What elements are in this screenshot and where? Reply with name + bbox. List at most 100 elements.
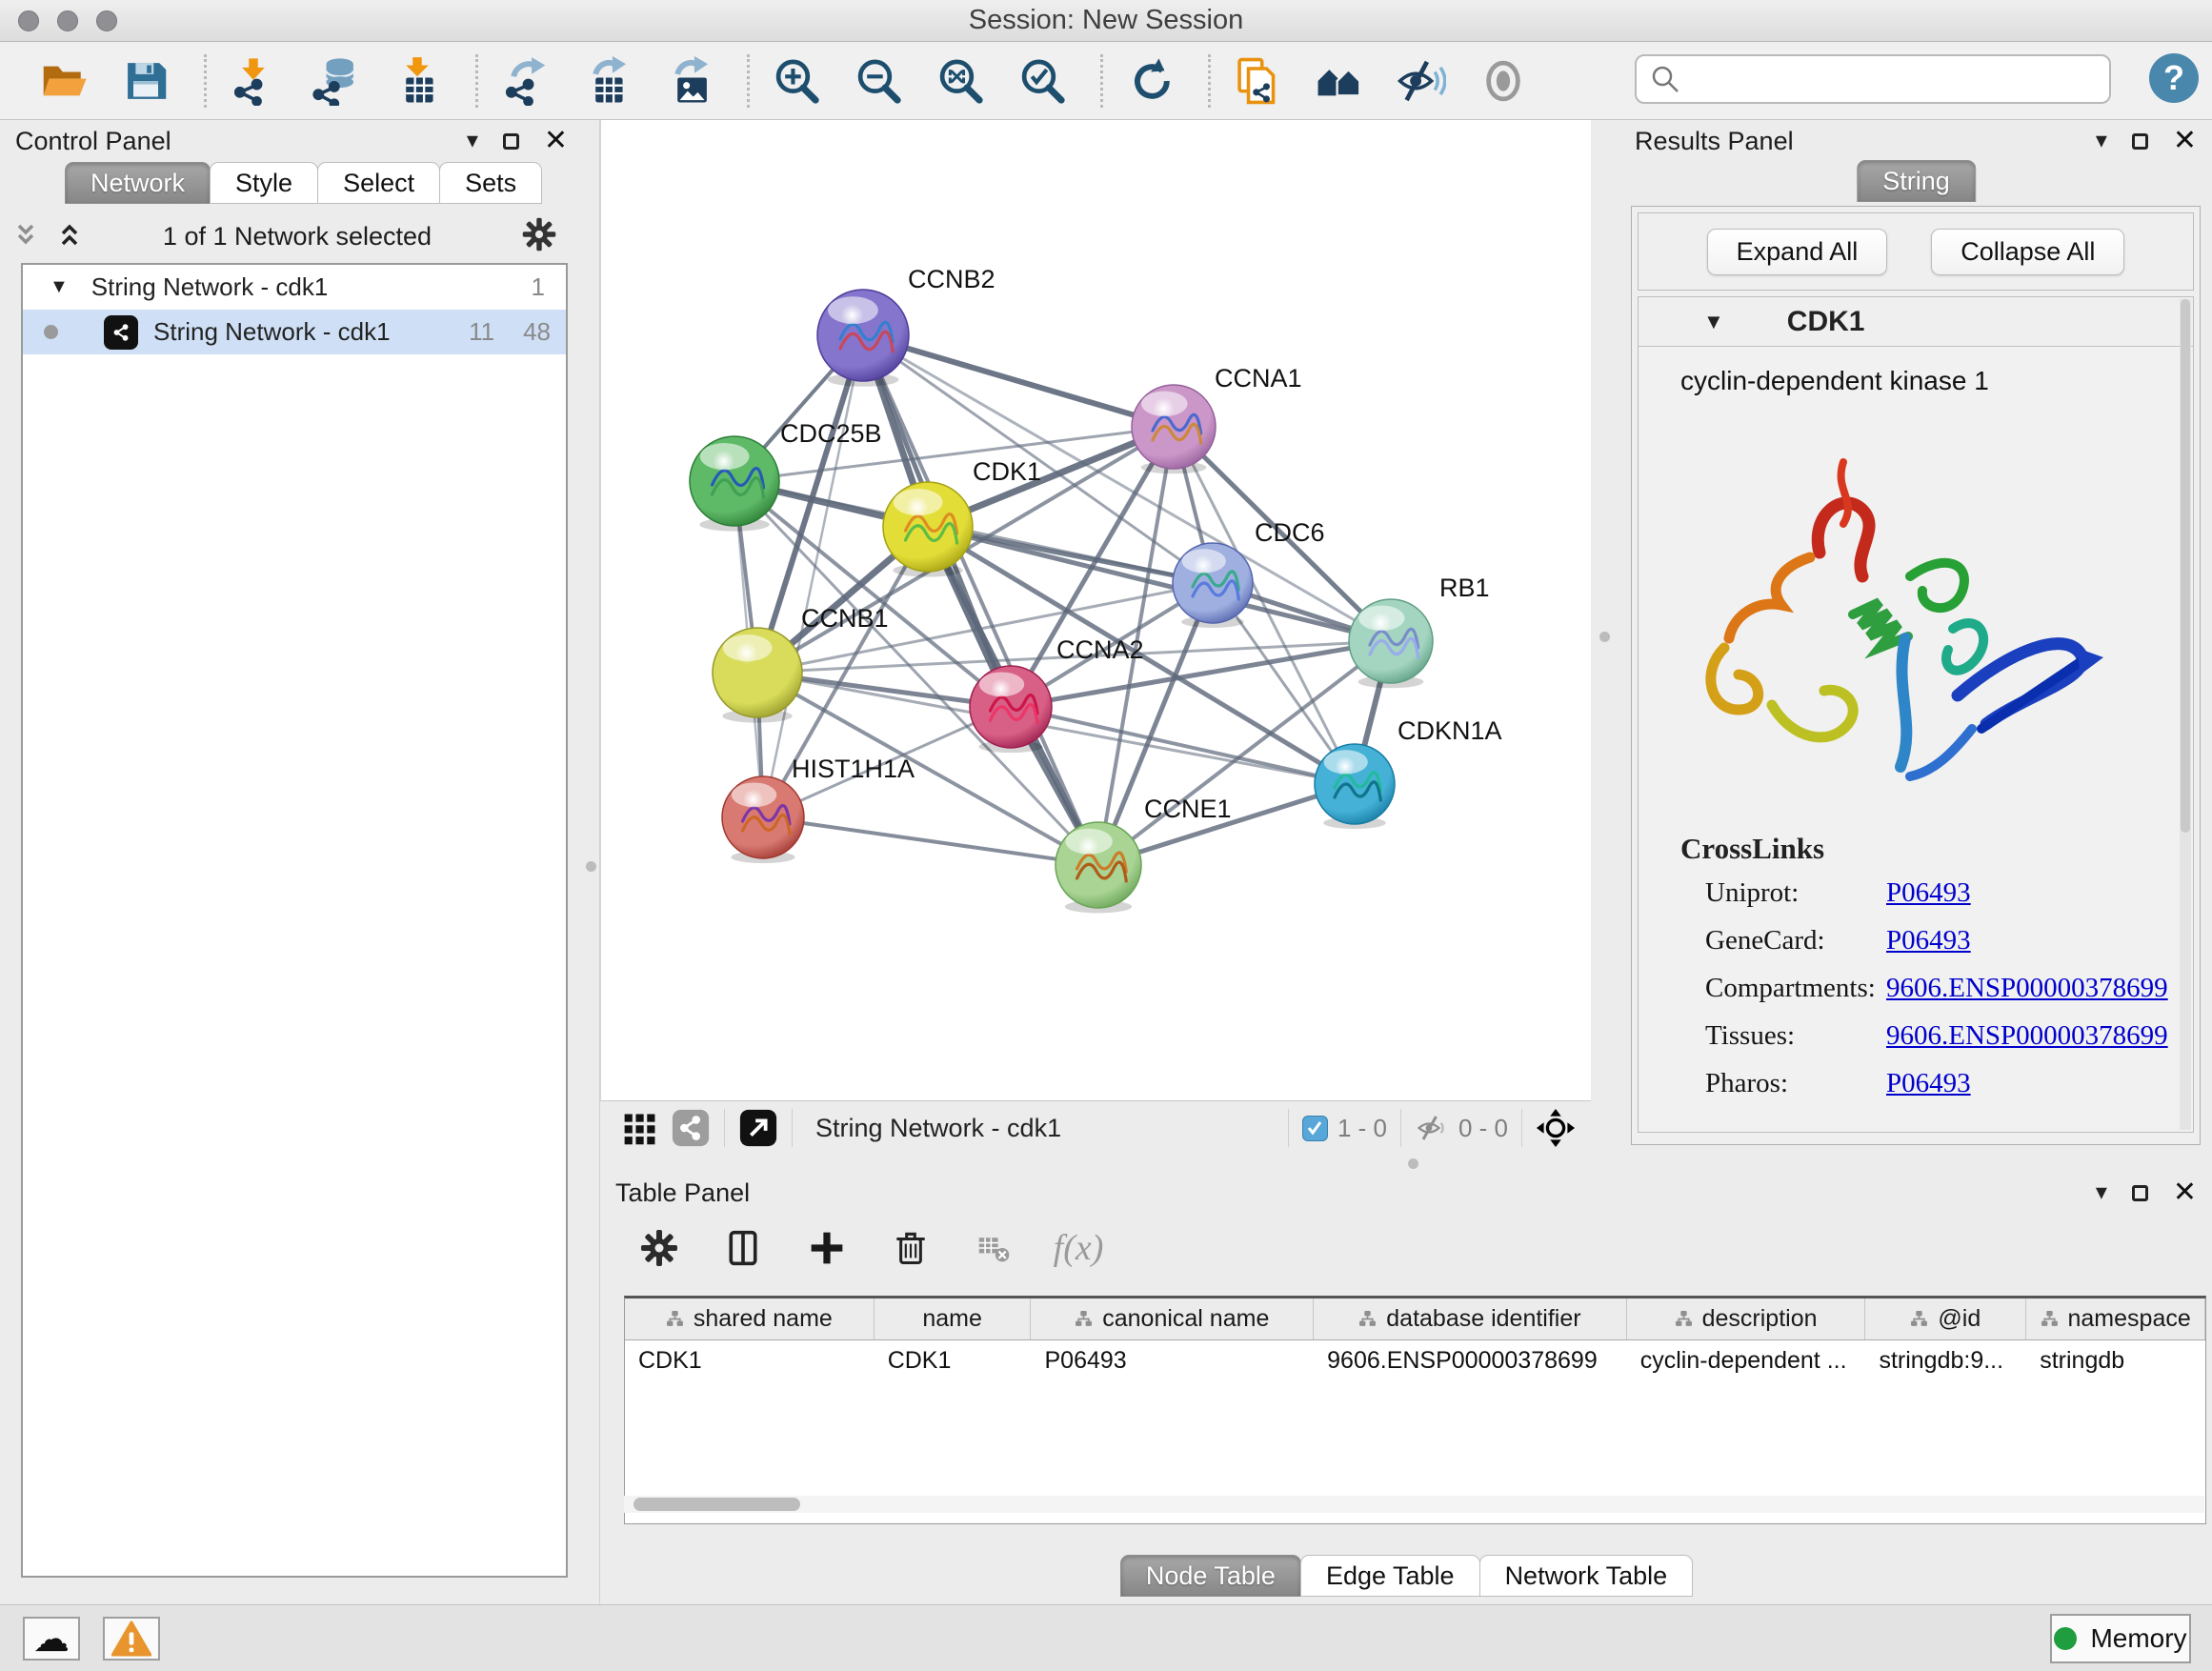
scrollbar-thumb[interactable] <box>2181 299 2190 833</box>
export-network-button[interactable] <box>497 53 553 109</box>
column-header-namespace[interactable]: namespace <box>2026 1299 2205 1339</box>
float-panel-icon[interactable] <box>2132 133 2148 150</box>
save-session-button[interactable] <box>118 53 173 109</box>
zoom-selected-button[interactable] <box>1015 53 1070 109</box>
expand-all-button[interactable]: Expand All <box>1707 229 1888 275</box>
section-caret-icon[interactable]: ▼ <box>1703 310 1724 334</box>
apply-layout-button[interactable] <box>1122 53 1177 109</box>
collapse-all-icon[interactable] <box>13 222 44 251</box>
tab-network-table[interactable]: Network Table <box>1479 1555 1694 1597</box>
cell-description[interactable]: cyclin-dependent ... <box>1627 1340 1866 1380</box>
scrollbar-thumb[interactable] <box>633 1498 800 1511</box>
tab-style[interactable]: Style <box>210 162 318 204</box>
crosslink-uniprot[interactable]: P06493 <box>1886 877 1971 909</box>
column-header-id[interactable]: @id <box>1865 1299 2026 1339</box>
network-collection-row[interactable]: ▼ String Network - cdk1 1 <box>23 265 566 310</box>
cloud-status-button[interactable]: ☁ <box>23 1617 80 1661</box>
open-session-button[interactable] <box>36 53 91 109</box>
export-image-button[interactable] <box>661 53 716 109</box>
tab-node-table[interactable]: Node Table <box>1120 1555 1301 1597</box>
grid-view-icon[interactable] <box>621 1109 659 1147</box>
cell-name[interactable]: CDK1 <box>875 1340 1032 1380</box>
column-header-shared-name[interactable]: shared name <box>625 1299 875 1339</box>
column-header-database-identifier[interactable]: database identifier <box>1314 1299 1627 1339</box>
node-RB1[interactable]: RB1 <box>1349 574 1490 688</box>
close-panel-icon[interactable]: ✕ <box>2173 127 2197 155</box>
node-CDKN1A[interactable]: CDKN1A <box>1315 716 1502 829</box>
node-CCNE1[interactable]: CCNE1 <box>1056 795 1232 913</box>
network-graph[interactable]: CCNB2CCNA1CDC25BCDK1CDC6RB1CCNB1CCNA2CDK… <box>601 120 1592 1100</box>
import-table-button[interactable] <box>390 53 445 109</box>
cell-database-identifier[interactable]: 9606.ENSP00000378699 <box>1314 1340 1627 1380</box>
splitter-handle[interactable] <box>586 861 596 872</box>
edge-CCNA2-CDKN1A[interactable] <box>1011 707 1355 784</box>
zoom-fit-button[interactable] <box>933 53 988 109</box>
show-all-button[interactable] <box>1476 53 1531 109</box>
network-row-selected[interactable]: String Network - cdk1 11 48 <box>23 310 566 354</box>
float-panel-icon[interactable] <box>503 133 519 150</box>
search-input[interactable] <box>1690 60 2109 98</box>
node-CCNA1[interactable]: CCNA1 <box>1132 364 1302 473</box>
splitter-handle[interactable] <box>1599 632 1610 642</box>
expand-all-icon[interactable] <box>57 222 88 251</box>
panel-menu-caret-icon[interactable]: ▾ <box>467 130 478 152</box>
float-panel-icon[interactable] <box>2132 1185 2148 1201</box>
network-canvas[interactable]: CCNB2CCNA1CDC25BCDK1CDC6RB1CCNB1CCNA2CDK… <box>600 120 1591 1100</box>
network-options-button[interactable] <box>507 215 558 258</box>
export-table-button[interactable] <box>579 53 634 109</box>
close-panel-icon[interactable]: ✕ <box>544 127 568 155</box>
table-row[interactable]: CDK1CDK1P064939606.ENSP00000378699cyclin… <box>625 1340 2205 1380</box>
splitter-handle[interactable] <box>1408 1158 1418 1169</box>
cell-namespace[interactable]: stringdb <box>2026 1340 2205 1380</box>
left-splitter[interactable] <box>583 120 600 1604</box>
cell-id[interactable]: stringdb:9... <box>1865 1340 2026 1380</box>
crosslink-tissues[interactable]: 9606.ENSP00000378699 <box>1886 1020 2168 1052</box>
memory-button[interactable]: Memory <box>2050 1614 2191 1663</box>
cell-shared-name[interactable]: CDK1 <box>625 1340 875 1380</box>
import-network-from-database-button[interactable] <box>308 53 363 109</box>
first-neighbors-button[interactable] <box>1312 53 1367 109</box>
hide-selected-button[interactable] <box>1394 53 1449 109</box>
table-options-button[interactable] <box>634 1223 684 1273</box>
help-button[interactable]: ? <box>2149 53 2199 103</box>
column-header-description[interactable]: description <box>1627 1299 1866 1339</box>
delete-column-button[interactable] <box>886 1223 935 1273</box>
edge-CCNB2-CCNE1[interactable] <box>863 335 1098 865</box>
crosslink-pharos[interactable]: P06493 <box>1886 1068 1971 1099</box>
crosslink-compartments[interactable]: 9606.ENSP00000378699 <box>1886 973 2168 1004</box>
birds-eye-crosshair-icon[interactable] <box>1536 1108 1576 1148</box>
selected-checkbox[interactable] <box>1302 1116 1328 1141</box>
copy-network-button[interactable] <box>1230 53 1285 109</box>
table-horizontal-scrollbar[interactable] <box>624 1496 2204 1513</box>
add-column-button[interactable] <box>802 1223 852 1273</box>
detach-view-icon[interactable] <box>738 1108 778 1148</box>
node-HIST1H1A[interactable]: HIST1H1A <box>722 755 915 863</box>
tab-network[interactable]: Network <box>65 162 211 204</box>
tab-sets[interactable]: Sets <box>439 162 542 204</box>
node-CCNA2[interactable]: CCNA2 <box>970 635 1144 753</box>
column-header-canonical-name[interactable]: canonical name <box>1031 1299 1314 1339</box>
show-columns-button[interactable] <box>718 1223 768 1273</box>
tab-edge-table[interactable]: Edge Table <box>1300 1555 1480 1597</box>
collapse-all-button[interactable]: Collapse All <box>1931 229 2124 275</box>
tree-expand-caret-icon[interactable]: ▼ <box>50 276 69 298</box>
import-network-button[interactable] <box>226 53 281 109</box>
crosslink-genecard[interactable]: P06493 <box>1886 925 1971 956</box>
tab-string[interactable]: String <box>1857 160 1976 202</box>
cell-canonical-name[interactable]: P06493 <box>1032 1340 1315 1380</box>
horizontal-splitter[interactable] <box>600 1155 2212 1172</box>
right-splitter[interactable] <box>1591 120 1619 1155</box>
panel-menu-caret-icon[interactable]: ▾ <box>2096 1181 2107 1204</box>
tab-select[interactable]: Select <box>317 162 440 204</box>
edge-CCNB2-CCNA1[interactable] <box>863 335 1174 427</box>
column-header-name[interactable]: name <box>875 1299 1032 1339</box>
results-scrollbar[interactable] <box>2180 299 2191 1130</box>
warnings-button[interactable] <box>103 1617 160 1661</box>
node-CCNB1[interactable]: CCNB1 <box>713 604 889 723</box>
gene-section-header[interactable]: ▼ CDK1 <box>1639 297 2193 347</box>
close-panel-icon[interactable]: ✕ <box>2173 1178 2197 1207</box>
edge-HIST1H1A-CCNE1[interactable] <box>763 817 1098 865</box>
zoom-out-button[interactable] <box>851 53 906 109</box>
zoom-in-button[interactable] <box>769 53 824 109</box>
network-view-icon[interactable] <box>671 1108 711 1148</box>
